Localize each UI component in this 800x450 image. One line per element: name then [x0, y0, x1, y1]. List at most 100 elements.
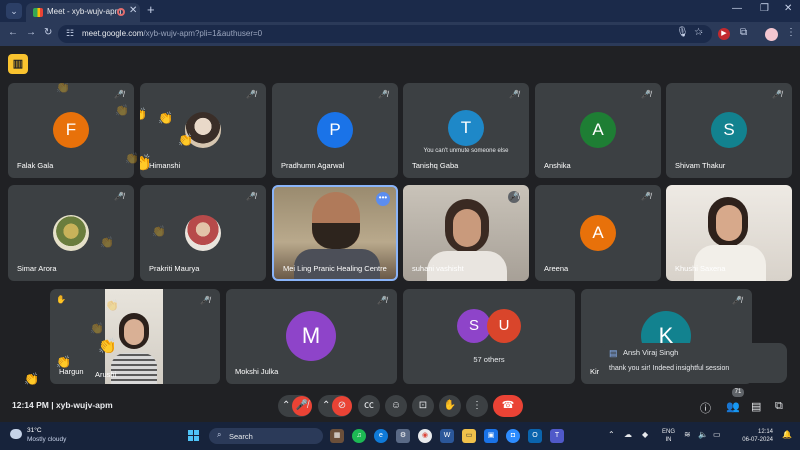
- participant-name: Shivam Thakur: [675, 161, 726, 170]
- activities-icon[interactable]: ▥: [8, 54, 28, 74]
- participant-tile-anshika[interactable]: 🎤̸ A Anshika: [535, 83, 661, 178]
- present-icon: ⊡: [418, 400, 428, 411]
- photos-icon[interactable]: ▣: [484, 429, 498, 443]
- address-bar[interactable]: ☷ meet.google.com/xyb-wujv-apm?pli=1&aut…: [58, 25, 712, 43]
- camera-control[interactable]: ⌃ ⊘: [318, 395, 352, 417]
- weather-temperature[interactable]: 31°C: [27, 427, 42, 434]
- taskview-app-icon[interactable]: ▦: [330, 429, 344, 443]
- windows-start-icon[interactable]: [188, 430, 200, 442]
- profile-avatar[interactable]: [765, 28, 778, 41]
- participant-tile-suhani[interactable]: 🎤̸ suhani vashisht: [403, 185, 529, 281]
- participant-tile-himanshi[interactable]: 🎤̸ Himanshi 👏 👏 👏 👏: [140, 83, 266, 178]
- minimize-icon[interactable]: —: [732, 3, 742, 14]
- camera-options-chevron-icon[interactable]: ⌃: [322, 395, 330, 417]
- participant-tile-falak[interactable]: 🎤̸ F Falak Gala 👏: [8, 83, 134, 178]
- participant-tile-pradhumn[interactable]: 🎤̸ P Pradhumn Agarwal: [272, 83, 398, 178]
- word-icon[interactable]: W: [440, 429, 454, 443]
- mic-options-chevron-icon[interactable]: ⌃: [282, 395, 290, 417]
- windows-taskbar: 31°C Mostly cloudy ⌕ Search ▦ ♫ e ⚙ ◉ W …: [0, 422, 800, 450]
- zoom-icon[interactable]: ◘: [506, 429, 520, 443]
- participant-tile-mokshi[interactable]: 🎤̸ M Mokshi Julka: [226, 289, 397, 384]
- system-clock[interactable]: 12:14 06-07-2024: [737, 428, 773, 444]
- unmute-warning-text: You can't unmute someone else: [423, 148, 509, 154]
- teams-icon[interactable]: T: [550, 429, 564, 443]
- extension-red-icon[interactable]: ▶: [718, 28, 730, 40]
- clock-time: 12:14: [757, 429, 773, 435]
- more-options-button[interactable]: ⋮: [466, 395, 488, 417]
- emoji-reactions-button[interactable]: ☺: [385, 395, 407, 417]
- outlook-icon[interactable]: O: [528, 429, 542, 443]
- mic-off-icon: 🎤̸: [641, 192, 651, 201]
- mic-off-icon: 🎤̸: [114, 90, 124, 99]
- captions-button[interactable]: ㏄: [358, 395, 380, 417]
- mic-icon[interactable]: 🎙: [676, 27, 689, 38]
- mic-off-button-icon[interactable]: 🎤̸: [292, 396, 312, 416]
- battery-icon[interactable]: ▭: [713, 430, 721, 439]
- people-count-badge: 71: [732, 388, 744, 397]
- raise-hand-button[interactable]: ✋: [439, 395, 461, 417]
- participant-tile-areena[interactable]: 🎤̸ A Areena: [535, 185, 661, 281]
- show-hidden-icons-chevron-icon[interactable]: ⌃: [608, 430, 615, 439]
- khushi-video-body: [694, 245, 766, 281]
- close-window-icon[interactable]: ✕: [784, 3, 792, 14]
- weather-description[interactable]: Mostly cloudy: [27, 436, 66, 443]
- clap-emoji-icon: 👏: [140, 155, 152, 172]
- chat-sender-name: Ansh Viraj Singh: [623, 348, 679, 357]
- edge-icon[interactable]: e: [374, 429, 388, 443]
- activities-shapes-icon[interactable]: ⧉: [775, 400, 783, 413]
- present-screen-button[interactable]: ⊡: [412, 395, 434, 417]
- forward-icon[interactable]: →: [26, 27, 36, 38]
- reload-icon[interactable]: ↻: [44, 27, 52, 38]
- clap-emoji-icon: 👏: [24, 372, 39, 386]
- new-tab-icon[interactable]: +: [147, 2, 155, 17]
- mic-control[interactable]: ⌃ 🎤̸: [278, 395, 312, 417]
- close-tab-icon[interactable]: ✕: [129, 5, 137, 16]
- spotify-icon[interactable]: ♫: [352, 429, 366, 443]
- participant-tile-simar[interactable]: 🎤̸ Simar Arora: [8, 185, 134, 281]
- lang-region: IN: [665, 437, 672, 443]
- input-language[interactable]: ENG IN: [662, 428, 675, 444]
- back-icon[interactable]: ←: [8, 27, 18, 38]
- extension-dot-icon[interactable]: ·: [700, 27, 703, 38]
- participant-tile-shivam[interactable]: 🎤̸ S Shivam Thakur: [666, 83, 792, 178]
- onedrive-cloud-icon[interactable]: ☁: [624, 430, 632, 439]
- participant-name: Arushi: [95, 370, 117, 379]
- meet-favicon-icon: [33, 8, 43, 17]
- participant-tile-mei-ling[interactable]: ••• Mei Ling Pranic Healing Centre: [272, 185, 398, 281]
- maximize-icon[interactable]: ❐: [760, 3, 769, 14]
- browser-tab[interactable]: Meet - xyb-wujv-apm ✕: [26, 3, 140, 22]
- avatar: U: [487, 309, 521, 343]
- more-options-icon[interactable]: •••: [376, 192, 390, 206]
- mic-off-icon: 🎤̸: [246, 192, 256, 201]
- taskbar-search[interactable]: ⌕ Search: [209, 428, 323, 444]
- avatar-initial: U: [498, 317, 510, 334]
- participant-tile-khushi[interactable]: Khushi Saxena: [666, 185, 792, 281]
- settings-gear-icon[interactable]: ⚙: [396, 429, 410, 443]
- meeting-details-icon[interactable]: ⓘ: [700, 400, 711, 416]
- participant-tile-others[interactable]: S U 57 others: [403, 289, 575, 384]
- site-info-icon[interactable]: ☷: [66, 28, 74, 39]
- tab-search-icon[interactable]: ⌄: [6, 3, 22, 19]
- wifi-icon[interactable]: ≋: [684, 430, 691, 439]
- participant-tile-hargun[interactable]: ✋ Hargun 👏 👏 Arushi 🎤̸: [50, 289, 220, 384]
- participant-tile-prakriti[interactable]: 🎤̸ Prakriti Maurya 👏: [140, 185, 266, 281]
- chat-icon[interactable]: ▤: [751, 400, 761, 413]
- extensions-puzzle-icon[interactable]: ⧉: [740, 27, 747, 38]
- notifications-bell-icon[interactable]: 🔔: [782, 430, 792, 439]
- file-explorer-icon[interactable]: ▭: [462, 429, 476, 443]
- chat-notification[interactable]: ▤ Ansh Viraj Singh thank you sir! Indeed…: [601, 343, 787, 383]
- chrome-icon[interactable]: ◉: [418, 429, 432, 443]
- shield-icon[interactable]: ◆: [642, 430, 648, 439]
- volume-icon[interactable]: 🔈: [698, 430, 708, 439]
- clap-emoji-icon: 👏: [105, 300, 119, 312]
- weather-cloud-icon[interactable]: [10, 429, 22, 439]
- url-text: meet.google.com/xyb-wujv-apm?pli=1&authu…: [82, 29, 263, 38]
- people-icon[interactable]: 👥: [726, 400, 740, 413]
- camera-off-button-icon[interactable]: ⊘: [332, 396, 352, 416]
- chat-message-icon: ▤: [609, 348, 618, 358]
- participant-tile-tanishq[interactable]: 🎤̸ T You can't unmute someone else Tanis…: [403, 83, 529, 178]
- mic-off-icon: 🎤̸: [508, 191, 520, 203]
- clap-emoji-icon: 👏: [115, 105, 129, 117]
- leave-call-button[interactable]: ☎: [493, 395, 523, 417]
- browser-menu-icon[interactable]: ⋮: [786, 27, 796, 38]
